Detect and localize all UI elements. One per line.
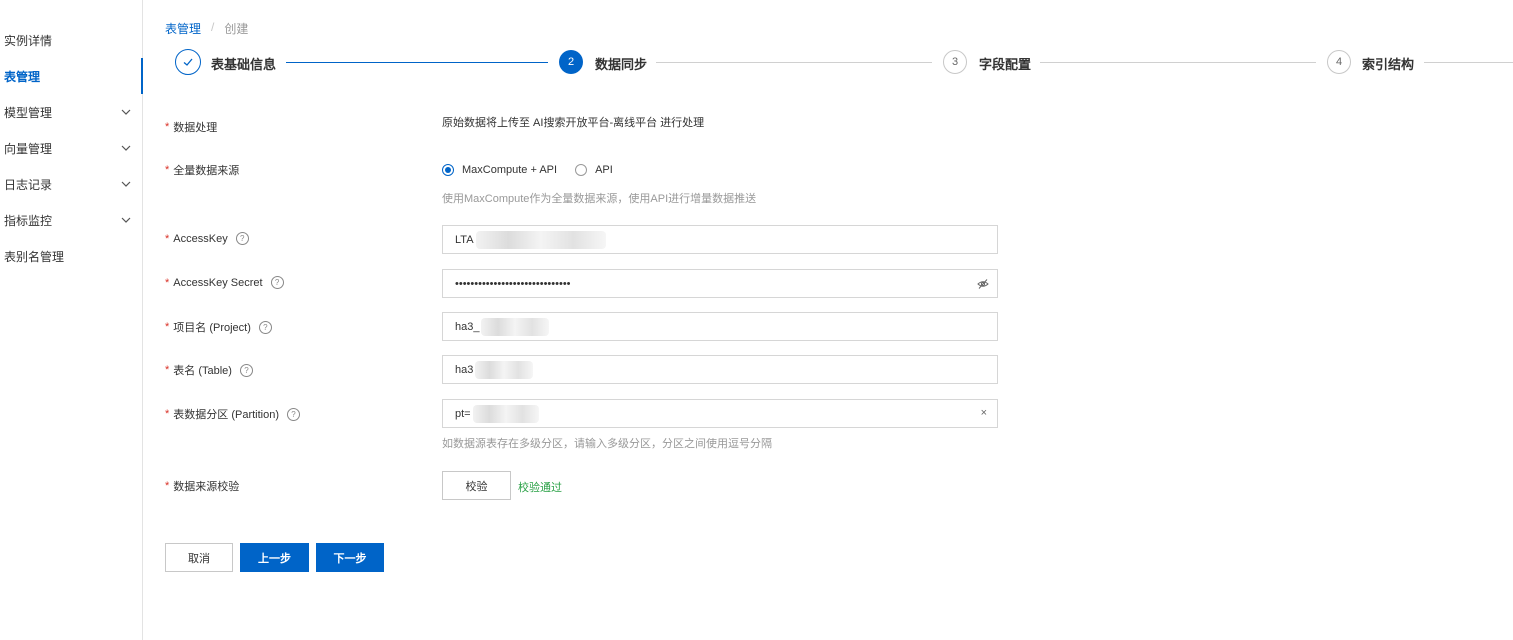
step-1-done-indicator: [175, 49, 201, 75]
radio-maxcompute-api-label[interactable]: MaxCompute + API: [462, 164, 557, 176]
step-4-indicator: 4: [1327, 50, 1351, 74]
next-step-button[interactable]: 下一步: [316, 543, 384, 572]
chevron-down-icon: [121, 217, 131, 223]
access-key-secret-input[interactable]: ••••••••••••••••••••••••••••••: [442, 269, 998, 298]
table-label: * 表名 (Table) ?: [165, 362, 253, 378]
sidebar-item-label: 指标监控: [4, 213, 53, 228]
sidebar-item-model-management[interactable]: 模型管理: [0, 94, 142, 130]
sidebar-item-table-management[interactable]: 表管理: [0, 58, 143, 94]
step-connector-4: [1424, 62, 1513, 63]
sidebar-item-label: 向量管理: [4, 141, 53, 156]
check-icon: [183, 58, 193, 66]
access-key-label: * AccessKey ?: [165, 232, 249, 245]
sidebar-item-instance-details[interactable]: 实例详情: [0, 22, 142, 58]
help-icon[interactable]: ?: [270, 276, 284, 289]
redacted-text: [472, 404, 539, 423]
full-data-source-label: * 全量数据来源: [165, 164, 240, 177]
redacted-text: [475, 360, 534, 379]
full-data-source-hint: 使用MaxCompute作为全量数据来源，使用API进行增量数据推送: [442, 193, 757, 205]
chevron-down-icon: [121, 181, 131, 187]
sidebar-item-vector-management[interactable]: 向量管理: [0, 130, 142, 166]
breadcrumb: 表管理 / 创建: [165, 20, 248, 37]
radio-api[interactable]: [575, 164, 588, 176]
step-connector-1: [286, 62, 548, 63]
step-2-label: 数据同步: [595, 57, 648, 72]
step-connector-3: [1040, 62, 1316, 63]
help-icon[interactable]: ?: [239, 363, 253, 377]
radio-api-label[interactable]: API: [595, 164, 613, 176]
partition-input[interactable]: pt= ×: [442, 399, 998, 428]
clear-icon[interactable]: ×: [981, 407, 987, 419]
cancel-button[interactable]: 取消: [165, 543, 233, 572]
step-2-indicator: 2: [559, 50, 583, 74]
radio-maxcompute-api[interactable]: [442, 164, 454, 176]
breadcrumb-separator: /: [211, 20, 215, 34]
sidebar-item-label: 实例详情: [4, 33, 53, 48]
project-label: * 项目名 (Project) ?: [165, 319, 272, 335]
step-3-indicator: 3: [943, 50, 967, 74]
project-input[interactable]: ha3_: [442, 312, 998, 341]
sidebar-item-label: 表管理: [4, 69, 41, 84]
sidebar: 实例详情 表管理 模型管理 向量管理 日志记录 指标监控 表别名管理: [0, 0, 143, 640]
redacted-text: [481, 317, 550, 336]
table-input[interactable]: ha3: [442, 355, 998, 384]
verify-status: 校验通过: [518, 482, 562, 494]
step-3-label: 字段配置: [979, 57, 1032, 72]
sidebar-item-log-records[interactable]: 日志记录: [0, 166, 142, 202]
sidebar-item-label: 模型管理: [4, 105, 53, 120]
breadcrumb-current: 创建: [224, 22, 249, 36]
help-icon[interactable]: ?: [258, 320, 272, 334]
full-data-source-radio-group: MaxCompute + API API: [442, 164, 613, 176]
sidebar-item-label: 表别名管理: [4, 249, 65, 264]
help-icon[interactable]: ?: [235, 232, 249, 245]
sidebar-item-table-alias-management[interactable]: 表别名管理: [0, 238, 142, 274]
redacted-text: [475, 230, 606, 249]
previous-step-button[interactable]: 上一步: [240, 543, 309, 572]
partition-hint: 如数据源表存在多级分区，请输入多级分区，分区之间使用逗号分隔: [442, 438, 772, 450]
partition-label: * 表数据分区 (Partition) ?: [165, 406, 301, 422]
step-1-label: 表基础信息: [211, 57, 277, 72]
access-key-secret-label: * AccessKey Secret ?: [165, 276, 284, 289]
chevron-down-icon: [121, 145, 131, 151]
step-4-label: 索引结构: [1362, 57, 1415, 72]
step-connector-2: [656, 62, 932, 63]
access-key-input[interactable]: LTA: [442, 225, 998, 254]
help-icon[interactable]: ?: [287, 407, 301, 421]
sidebar-item-metrics-monitoring[interactable]: 指标监控: [0, 202, 142, 238]
breadcrumb-link-table-management[interactable]: 表管理: [165, 20, 201, 37]
sidebar-item-label: 日志记录: [4, 177, 53, 192]
verify-button[interactable]: 校验: [442, 471, 511, 500]
data-source-verify-label: * 数据来源校验: [165, 480, 240, 493]
data-processing-value: 原始数据将上传至 AI搜索开放平台-离线平台 进行处理: [442, 117, 705, 129]
chevron-down-icon: [121, 109, 131, 115]
data-processing-label: * 数据处理: [165, 121, 218, 134]
eye-off-icon[interactable]: [977, 278, 989, 290]
